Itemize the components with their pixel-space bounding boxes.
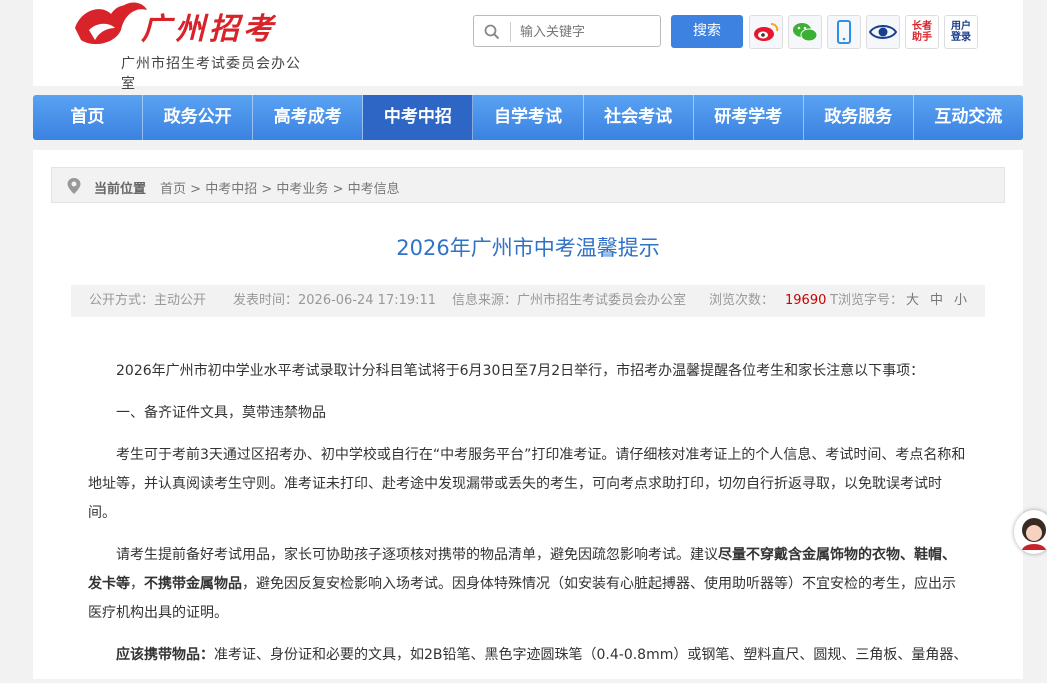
breadcrumb-sep: > <box>261 182 273 197</box>
breadcrumb-home[interactable]: 首页 <box>160 182 186 197</box>
breadcrumb-label: 当前位置 <box>94 182 147 197</box>
text-run: 准考证、身份证和必要的文具，如2B铅笔、黑色字迹圆珠笔（0.4-0.8mm）或钢… <box>214 647 968 663</box>
location-pin-icon <box>67 178 81 194</box>
bold-text: 不携带金属物品 <box>144 576 242 592</box>
nav-item-graduate-exam[interactable]: 研考学考 <box>694 95 804 140</box>
nav-item-interaction[interactable]: 互动交流 <box>914 95 1023 140</box>
weibo-icon[interactable] <box>749 15 783 49</box>
breadcrumb-business[interactable]: 中考业务 <box>276 182 328 197</box>
nav-item-government-affairs[interactable]: 政务公开 <box>143 95 254 140</box>
breadcrumb-trail: 首页 > 中考中招 > 中考业务 > 中考信息 <box>160 178 400 197</box>
article-title: 2026年广州市中考温馨提示 <box>396 236 660 260</box>
main-nav: 首页 政务公开 高考成考 中考中招 自学考试 社会考试 研考学考 政务服务 互动… <box>33 95 1023 140</box>
assistant-avatar-icon <box>1022 518 1046 550</box>
font-size-medium[interactable]: 中 <box>930 285 943 317</box>
paragraph-intro: 2026年广州市初中学业水平考试录取计分科目笔试将于6月30日至7月2日举行，市… <box>116 363 925 379</box>
mobile-icon[interactable] <box>827 15 861 49</box>
paragraph-required-items: 应该携带物品：准考证、身份证和必要的文具，如2B铅笔、黑色字迹圆珠笔（0.4-0… <box>88 641 968 670</box>
search-icon <box>484 24 500 40</box>
meta-views-count: 19690 <box>785 293 827 308</box>
search-button[interactable]: 搜索 <box>671 15 743 48</box>
user-login-label: 用户登录 <box>951 21 971 43</box>
font-size-large[interactable]: 大 <box>906 285 919 317</box>
breadcrumb-sep: > <box>190 182 202 197</box>
breadcrumb-sep: > <box>332 182 344 197</box>
paragraph-section-heading: 一、备齐证件文具，莫带违禁物品 <box>116 405 326 421</box>
weibo-icon-glyph <box>754 23 779 41</box>
mobile-icon-glyph <box>837 20 851 44</box>
article-meta: 公开方式：主动公开 发表时间：2026-06-24 17:19:11 信息来源：… <box>71 285 985 317</box>
eye-icon <box>869 25 897 39</box>
nav-item-zhongkao[interactable]: 中考中招 <box>363 95 474 140</box>
breadcrumb-info[interactable]: 中考信息 <box>348 182 400 197</box>
search-box <box>473 15 661 47</box>
meta-font-size-label: T浏览字号： <box>830 293 903 308</box>
wechat-icon-glyph <box>793 23 818 42</box>
text-run: ， <box>130 576 144 592</box>
breadcrumb: 当前位置 首页 > 中考中招 > 中考业务 > 中考信息 <box>51 167 1005 203</box>
search-divider <box>510 22 511 42</box>
accessibility-eye-icon[interactable] <box>866 15 900 49</box>
search-input[interactable] <box>518 20 660 44</box>
meta-views-label: 浏览次数： <box>709 293 775 308</box>
wechat-icon[interactable] <box>788 15 822 49</box>
paragraph-exam-supplies: 请考生提前备好考试用品，家长可协助孩子逐项核对携带的物品清单，避免因疏忽影响考试… <box>88 541 968 628</box>
nav-item-self-study-exam[interactable]: 自学考试 <box>473 95 584 140</box>
nav-item-gaokao[interactable]: 高考成考 <box>253 95 364 140</box>
elderly-helper-label: 长者助手 <box>912 21 932 43</box>
main-content: 当前位置 首页 > 中考中招 > 中考业务 > 中考信息 2026年广州市中考温… <box>33 150 1023 679</box>
meta-source: 信息来源：广州市招生考试委员会办公室 <box>452 293 687 308</box>
article-body: 2026年广州市初中学业水平考试录取计分科目笔试将于6月30日至7月2日举行，市… <box>88 357 968 683</box>
text-run: 请考生提前备好考试用品，家长可协助孩子逐项核对携带的物品清单，避免因疏忽影响考试… <box>116 547 718 563</box>
user-login-button[interactable]: 用户登录 <box>944 15 978 49</box>
logo-text: 广州招考 <box>141 12 277 47</box>
meta-disclosure: 公开方式：主动公开 <box>89 293 207 308</box>
font-size-small[interactable]: 小 <box>954 285 967 317</box>
assistant-avatar-button[interactable] <box>1014 510 1047 554</box>
meta-published: 发表时间：2026-06-24 17:19:11 <box>233 293 437 308</box>
bold-text: 应该携带物品： <box>116 647 214 663</box>
nav-item-social-exam[interactable]: 社会考试 <box>584 95 694 140</box>
site-header: 广州招考 广州市招生考试委员会办公室 搜索 <box>33 0 1023 92</box>
site-logo[interactable]: 广州招考 广州市招生考试委员会办公室 <box>71 0 301 92</box>
org-name: 广州市招生考试委员会办公室 <box>121 56 301 92</box>
nav-item-home[interactable]: 首页 <box>33 95 144 140</box>
nav-item-gov-services[interactable]: 政务服务 <box>804 95 914 140</box>
elderly-helper-button[interactable]: 长者助手 <box>905 15 939 49</box>
paragraph-admission-ticket: 考生可于考前3天通过区招考办、初中学校或自行在“中考服务平台”打印准考证。请仔细… <box>88 447 966 521</box>
breadcrumb-zhongkao[interactable]: 中考中招 <box>205 182 257 197</box>
